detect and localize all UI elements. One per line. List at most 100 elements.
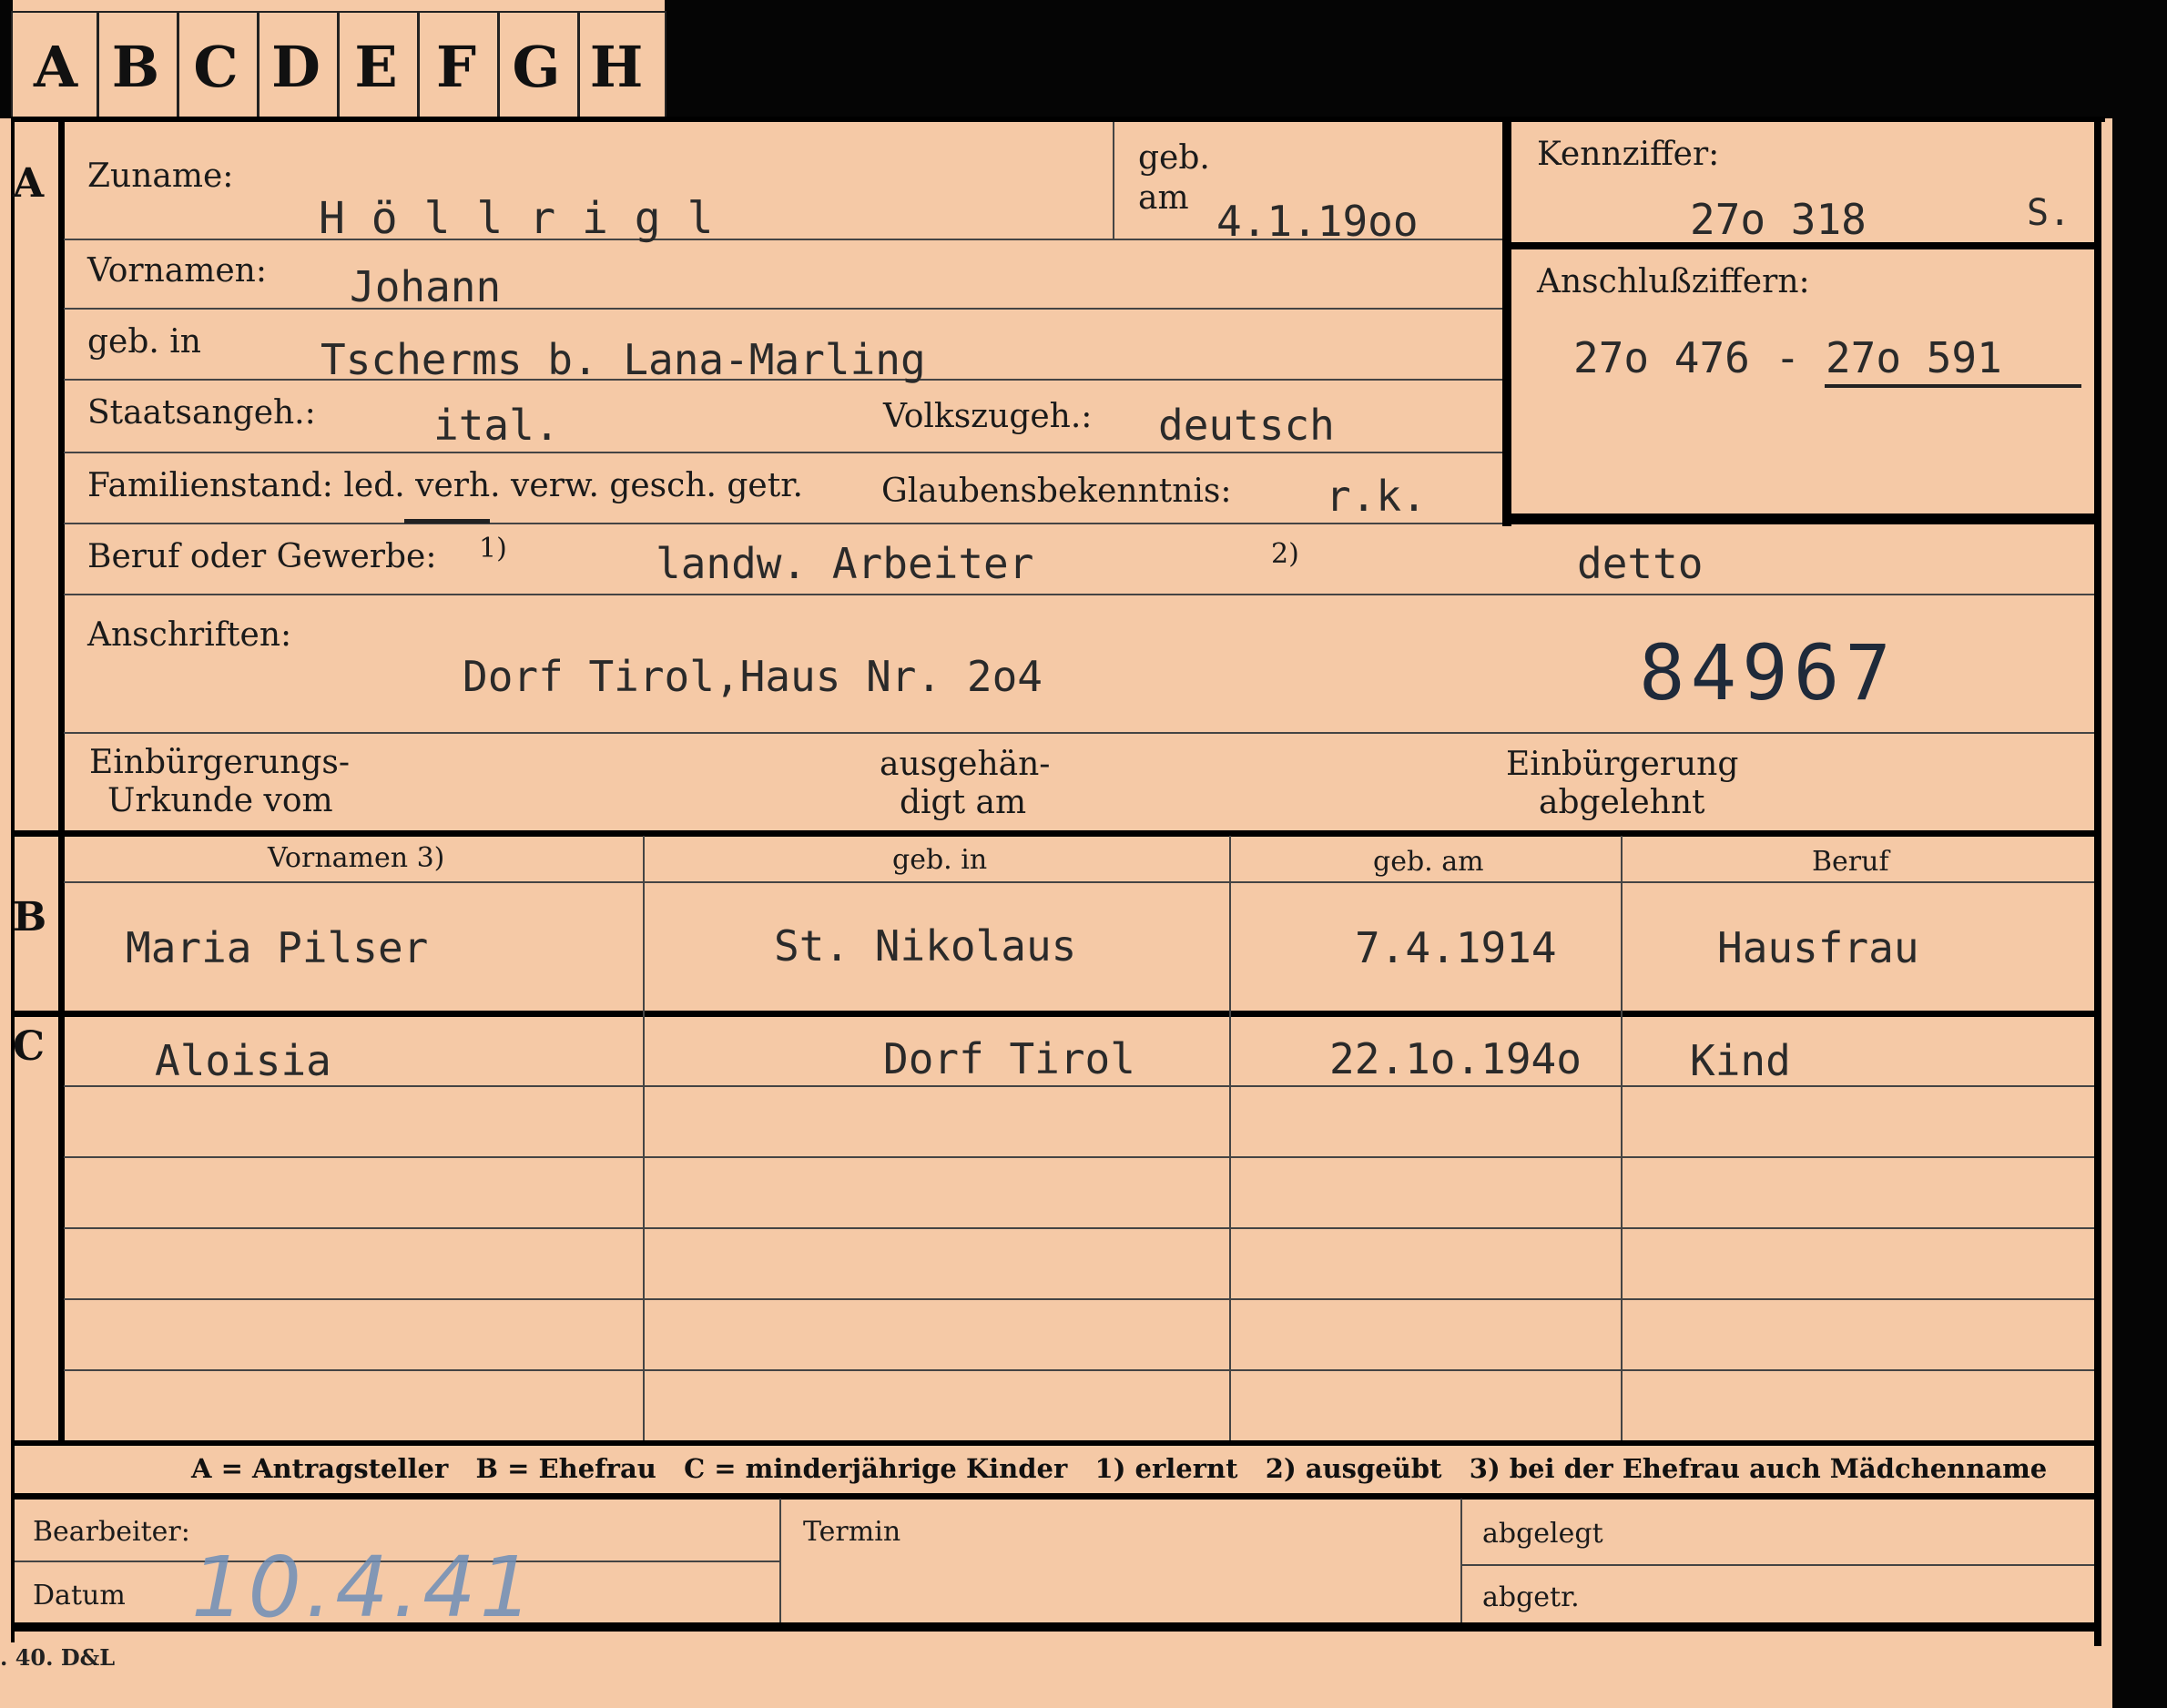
table-col-line <box>1229 836 1231 1440</box>
datum-label: Datum <box>33 1580 126 1611</box>
printer-mark: . 40. D&L <box>0 1644 116 1671</box>
child-beruf: Kind <box>1690 1036 1791 1085</box>
familienstand-verh-underline <box>404 519 490 524</box>
kennziffer-box-left <box>1502 122 1511 526</box>
beruf-label: Beruf oder Gewerbe: <box>87 538 437 575</box>
section-letter-c: C <box>13 1023 46 1070</box>
row-line <box>64 732 2094 734</box>
frame-top <box>11 117 2105 122</box>
table-row-line <box>64 1298 2094 1300</box>
tab-h[interactable]: H <box>577 16 656 117</box>
geb-divider <box>1113 122 1114 239</box>
datum-handwritten: 10.4.41 <box>191 1539 537 1636</box>
einb-abgelehnt-label-1: Einbürgerung <box>1506 746 1739 783</box>
header-geb-in: geb. in <box>892 844 988 876</box>
zuname-label: Zuname: <box>87 158 234 195</box>
geb-in-label: geb. in <box>87 323 201 361</box>
table-header-line <box>64 881 2094 883</box>
footer-col-line <box>779 1499 781 1622</box>
row-line <box>64 594 2094 595</box>
header-geb-am: geb. am <box>1373 846 1484 878</box>
tab-g[interactable]: G <box>497 16 575 117</box>
ausgehaen-label-1: ausgehän- <box>880 746 1051 783</box>
tab-d[interactable]: D <box>257 16 335 117</box>
vornamen-label: Vornamen: <box>87 252 267 290</box>
row-line <box>64 308 1504 310</box>
zuname-value: H ö l l r i g l <box>319 193 714 244</box>
tab-divider <box>257 13 259 117</box>
familienstand-label: Familienstand: led. verh. verw. gesch. g… <box>87 467 803 504</box>
glaubens-label: Glaubensbekenntnis: <box>881 473 1232 510</box>
table-row-line <box>64 1227 2094 1229</box>
staatsangeh-label: Staatsangeh.: <box>87 394 316 432</box>
anschriften-label: Anschriften: <box>87 616 292 654</box>
section-letter-b: B <box>13 894 47 940</box>
legend-text: A = Antragsteller B = Ehefrau C = minder… <box>191 1453 2048 1484</box>
legend-top-line <box>11 1440 2096 1446</box>
table-row-line <box>64 1156 2094 1158</box>
row-line <box>64 452 1504 453</box>
table-col-line <box>643 836 645 1440</box>
beruf-note-1: 1) <box>479 533 507 564</box>
child-geb-in: Dorf Tirol <box>883 1034 1135 1083</box>
volkszugeh-label: Volkszugeh.: <box>883 398 1093 435</box>
section-letter-a: A <box>13 160 45 207</box>
tab-divider <box>337 13 340 117</box>
spouse-beruf: Hausfrau <box>1717 923 1919 972</box>
kennziffer-suffix: S. <box>2027 192 2071 234</box>
geb-label: geb. <box>1138 139 1210 177</box>
beruf-value-2: detto <box>1577 539 1704 588</box>
tab-f[interactable]: F <box>417 16 495 117</box>
volkszugeh-value: deutsch <box>1158 401 1335 450</box>
frame-right <box>2094 117 2101 1646</box>
child-vornamen: Aloisia <box>155 1036 331 1085</box>
tab-divider <box>177 13 179 117</box>
geb-in-value: Tscherms b. Lana-Marling <box>320 335 926 384</box>
kennziffer-box-bottom <box>1502 513 2094 524</box>
spouse-geb-am: 7.4.1914 <box>1355 923 1557 972</box>
stamp-number: 84967 <box>1639 628 1897 717</box>
frame-left <box>11 117 15 1642</box>
beruf-value-1: landw. Arbeiter <box>656 539 1034 588</box>
header-vornamen: Vornamen 3) <box>268 842 445 874</box>
kennziffer-label: Kennziffer: <box>1537 136 1720 173</box>
legend-bottom-line <box>11 1493 2096 1500</box>
bearbeiter-label: Bearbeiter: <box>33 1516 190 1548</box>
scan-background <box>665 0 2167 118</box>
glaubens-value: r.k. <box>1326 472 1427 521</box>
vornamen-value: Johann <box>350 262 502 311</box>
termin-label: Termin <box>803 1516 901 1548</box>
child-geb-am: 22.1o.194o <box>1329 1034 1582 1083</box>
einb-abgelehnt-label-2: abgelehnt <box>1539 784 1705 821</box>
ausgehaen-label-2: digt am <box>900 784 1027 821</box>
section-c-top <box>11 1011 2096 1017</box>
spouse-geb-in: St. Nikolaus <box>774 921 1077 971</box>
einb-urkunde-label-1: Einbürgerungs- <box>89 744 351 781</box>
section-b-top <box>11 830 2096 837</box>
abgetr-label: abgetr. <box>1482 1581 1580 1613</box>
header-beruf: Beruf <box>1812 846 1889 878</box>
tab-e[interactable]: E <box>337 16 415 117</box>
table-row-line <box>64 1369 2094 1371</box>
beruf-note-2: 2) <box>1271 538 1299 570</box>
kennziffer-value: 27o 318 <box>1690 195 1867 244</box>
anschriften-value: Dorf Tirol,Haus Nr. 2o4 <box>463 652 1043 701</box>
table-row-line <box>64 1085 2094 1087</box>
anschluss-underline <box>1825 384 2081 388</box>
tab-c[interactable]: C <box>177 16 255 117</box>
footer-row-line <box>1460 1564 2094 1566</box>
tab-divider <box>417 13 420 117</box>
table-col-line <box>1621 836 1623 1440</box>
anschluss-value: 27o 476 - 27o 591 <box>1573 333 2002 382</box>
geb-am-value: 4.1.19oo <box>1216 197 1419 246</box>
staatsangeh-value: ital. <box>433 401 560 450</box>
footer-col-line <box>1460 1499 1462 1622</box>
scan-background-right <box>2112 0 2167 1708</box>
einb-urkunde-label-2: Urkunde vom <box>107 782 333 819</box>
tab-divider <box>497 13 500 117</box>
tab-b[interactable]: B <box>97 16 175 117</box>
spouse-vornamen: Maria Pilser <box>126 923 429 972</box>
anschluss-label: Anschlußziffern: <box>1537 263 1810 300</box>
tab-a[interactable]: A <box>16 16 95 117</box>
section-column-line <box>58 118 65 1442</box>
